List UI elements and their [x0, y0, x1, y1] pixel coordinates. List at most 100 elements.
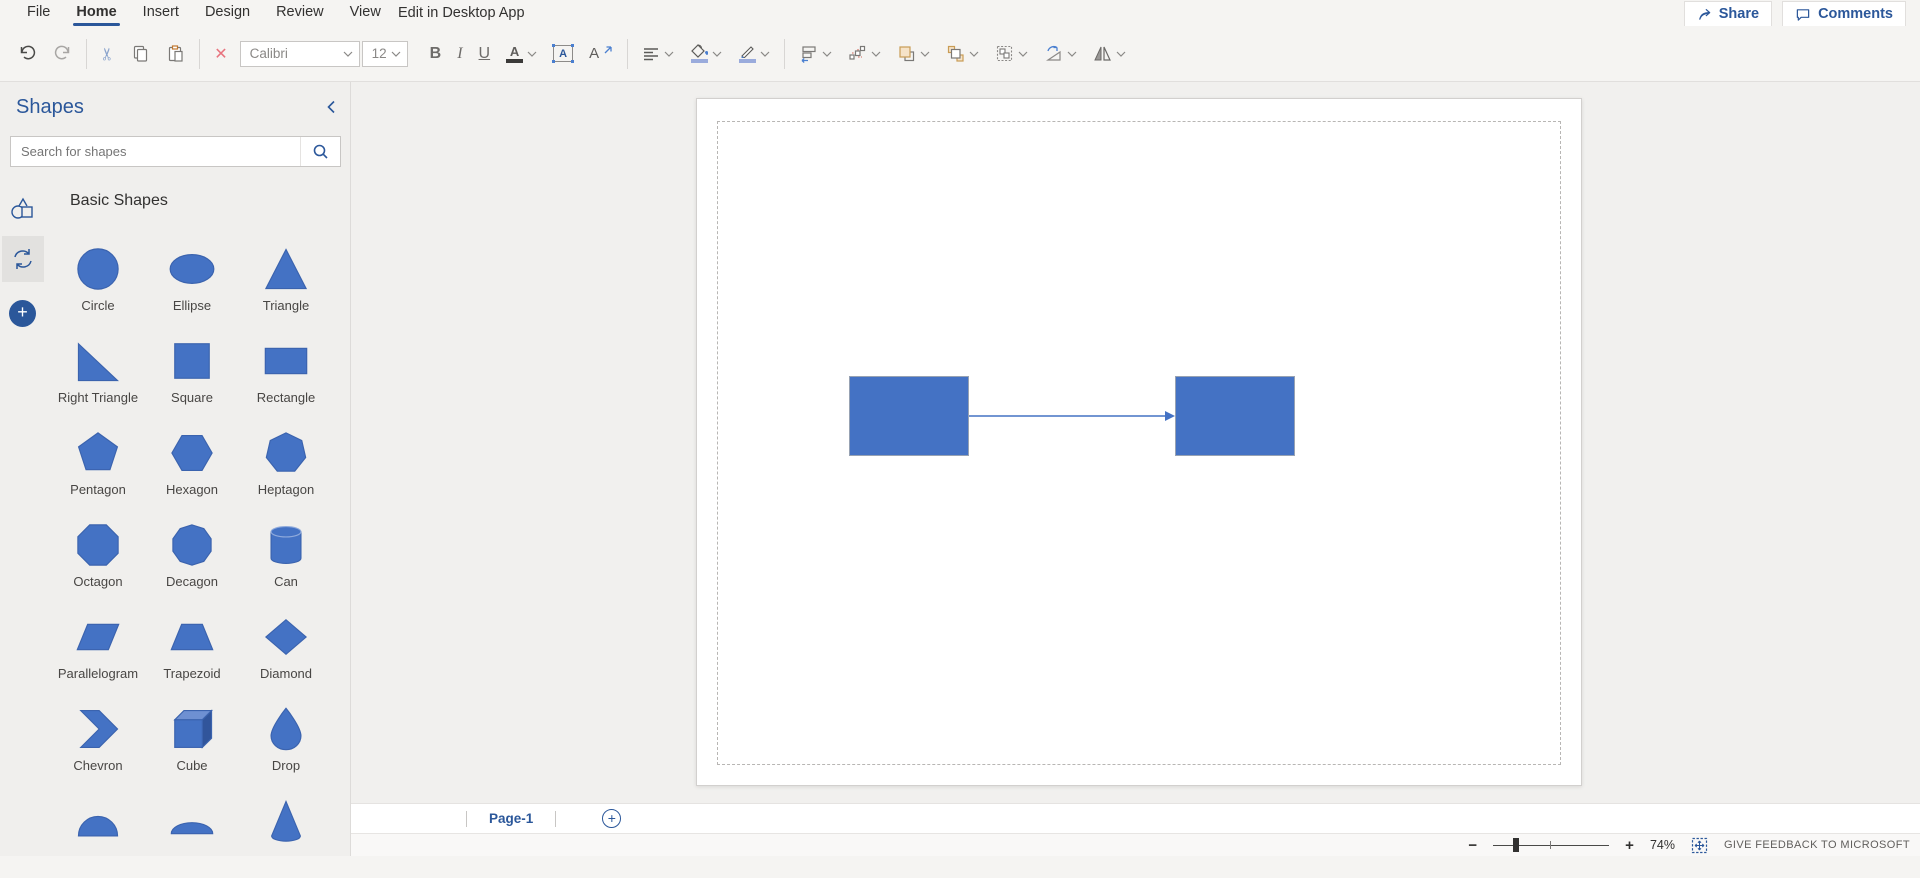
shape-item-chevron[interactable]: Chevron [51, 694, 145, 786]
give-feedback-link[interactable]: GIVE FEEDBACK TO MICROSOFT [1724, 839, 1910, 851]
decagon-shape-icon [172, 524, 212, 566]
zoom-out-button[interactable]: − [1468, 838, 1477, 853]
shape-item-right-triangle[interactable]: Right Triangle [51, 326, 145, 418]
shape-item-octagon[interactable]: Octagon [51, 510, 145, 602]
shape-item-cone[interactable] [239, 786, 333, 878]
zoom-slider-handle[interactable] [1513, 838, 1520, 852]
shape-item-diamond[interactable]: Diamond [239, 602, 333, 694]
shape-item-heptagon[interactable]: Heptagon [239, 418, 333, 510]
shape-item-can[interactable]: Can [239, 510, 333, 602]
cut-button[interactable]: ✂ [93, 26, 123, 82]
shape-label: Circle [81, 298, 115, 313]
text-box-button[interactable]: A [545, 26, 581, 82]
shape-item-semi-ellipse[interactable] [145, 786, 239, 878]
shape-item-triangle[interactable]: Triangle [239, 234, 333, 326]
font-size-select[interactable]: 12 [361, 40, 408, 67]
group-icon [997, 45, 1013, 62]
chevron-down-icon [527, 51, 537, 57]
menu-design[interactable]: Design [192, 0, 263, 26]
shape-item-cube[interactable]: Cube [145, 694, 239, 786]
share-button[interactable]: Share [1683, 1, 1773, 27]
shape-label: Chevron [73, 758, 123, 773]
undo-button[interactable] [10, 26, 45, 82]
shape-item-ellipse[interactable]: Ellipse [145, 234, 239, 326]
rectangle-shape-icon [264, 347, 308, 375]
position-button[interactable] [791, 26, 840, 82]
comments-label: Comments [1818, 6, 1893, 22]
delete-button[interactable]: ✕ [206, 26, 235, 82]
fit-page-button[interactable] [1691, 837, 1708, 854]
page-bar-divider [555, 810, 557, 827]
copy-button[interactable] [123, 26, 158, 82]
search-input[interactable] [11, 144, 300, 159]
diamond-shape-icon [264, 618, 308, 656]
font-name-select[interactable]: Calibri [239, 40, 360, 67]
shape-item-trapezoid[interactable]: Trapezoid [145, 602, 239, 694]
bold-button[interactable]: B [422, 26, 450, 82]
shape-item-pentagon[interactable]: Pentagon [51, 418, 145, 510]
chevron-down-icon [1018, 51, 1028, 57]
shapes-section-title: Basic Shapes [70, 192, 168, 209]
send-backward-button[interactable] [938, 26, 987, 82]
align-text-button[interactable] [634, 26, 682, 82]
shape-item-hexagon[interactable]: Hexagon [145, 418, 239, 510]
drawing-canvas[interactable] [351, 82, 1920, 803]
chevron-shape-icon [79, 710, 119, 748]
page-tab[interactable]: Page-1 [489, 811, 533, 826]
bring-forward-button[interactable] [889, 26, 938, 82]
delete-icon: ✕ [214, 45, 228, 63]
shape-item-rectangle[interactable]: Rectangle [239, 326, 333, 418]
underline-icon: U [478, 44, 491, 62]
canvas-shape-rectangle-1[interactable] [849, 376, 969, 456]
menu-file[interactable]: File [14, 0, 63, 26]
collapse-panel-button[interactable] [326, 100, 336, 119]
flip-button[interactable] [1085, 26, 1134, 82]
zoom-level[interactable]: 74% [1650, 838, 1675, 852]
line-color-button[interactable] [730, 26, 778, 82]
redo-button[interactable] [45, 26, 80, 82]
refresh-stencil-button[interactable] [2, 236, 44, 282]
group-button[interactable] [987, 26, 1036, 82]
page-tab-bar: Page-1 + [351, 803, 1920, 833]
shape-item-decagon[interactable]: Decagon [145, 510, 239, 602]
menu-home[interactable]: Home [63, 0, 129, 26]
italic-icon: I [457, 44, 463, 62]
cut-icon: ✂ [98, 46, 118, 61]
fill-color-button[interactable] [682, 26, 730, 82]
menu-view[interactable]: View [337, 0, 394, 26]
shape-item-circle[interactable]: Circle [51, 234, 145, 326]
rotate-button[interactable] [1036, 26, 1085, 82]
font-color-button[interactable]: A [498, 26, 545, 82]
shape-label: Pentagon [70, 482, 126, 497]
canvas-shape-rectangle-2[interactable] [1175, 376, 1295, 456]
add-stencil-button[interactable]: + [9, 300, 36, 327]
chevron-down-icon [391, 51, 401, 57]
menu-review[interactable]: Review [263, 0, 337, 26]
chevron-left-icon [327, 100, 335, 114]
chevron-down-icon [712, 51, 722, 57]
comments-icon [1796, 8, 1810, 21]
connector-button[interactable] [840, 26, 889, 82]
zoom-in-button[interactable]: + [1625, 838, 1634, 853]
shape-item-semi-circle[interactable] [51, 786, 145, 878]
drawing-page[interactable] [696, 98, 1582, 786]
paste-button[interactable] [158, 26, 193, 82]
italic-button[interactable]: I [449, 26, 470, 82]
zoom-slider[interactable] [1493, 837, 1610, 853]
shapes-stencil-icon [11, 197, 33, 219]
ribbon-divider [86, 38, 87, 69]
edit-in-desktop-app-button[interactable]: Edit in Desktop App [398, 0, 525, 26]
grow-font-button[interactable]: A [581, 26, 621, 82]
add-page-button[interactable]: + [602, 809, 622, 828]
comments-button[interactable]: Comments [1782, 1, 1906, 27]
menu-insert[interactable]: Insert [130, 0, 192, 26]
shape-item-drop[interactable]: Drop [239, 694, 333, 786]
shape-item-square[interactable]: Square [145, 326, 239, 418]
underline-button[interactable]: U [471, 26, 499, 82]
shapes-stencil-button[interactable] [2, 186, 44, 232]
shape-grid: Circle Ellipse Triangle Right Triangle Squar… [51, 234, 335, 878]
shape-item-parallelogram[interactable]: Parallelogram [51, 602, 145, 694]
grow-font-arrow-icon [604, 45, 612, 53]
search-button[interactable] [300, 137, 340, 166]
chevron-down-icon [822, 51, 832, 57]
